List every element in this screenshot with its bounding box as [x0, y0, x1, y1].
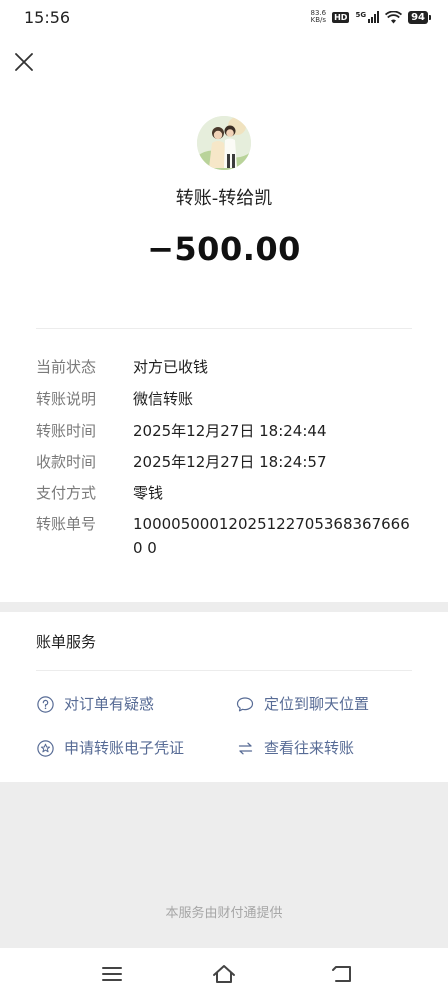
- transfer-title: 转账-转给凯: [175, 188, 273, 209]
- chat-bubble-icon: [236, 695, 254, 713]
- signal-icon: 5G: [355, 11, 380, 23]
- certificate-icon: [36, 739, 54, 757]
- menu-button[interactable]: [98, 960, 126, 988]
- detail-value: 2025年12月27日 18:24:44: [133, 422, 327, 440]
- order-question-link[interactable]: 对订单有疑惑: [36, 692, 154, 716]
- close-icon: [15, 53, 33, 71]
- provider-text: 本服务由财付通提供: [165, 906, 283, 921]
- section-separator: [0, 602, 448, 612]
- status-icons: 83.6 KB/s HD 5G 94: [310, 9, 431, 24]
- apply-certificate-label: 申请转账电子凭证: [64, 739, 185, 757]
- detail-row-status: 当前状态 对方已收钱: [36, 355, 412, 379]
- detail-row-order-number: 转账单号 100005000120251227053683676660 0: [36, 512, 412, 560]
- view-transfers-link[interactable]: 查看往来转账: [236, 736, 354, 760]
- home-button[interactable]: [210, 960, 238, 988]
- detail-value: 2025年12月27日 18:24:57: [133, 453, 327, 471]
- back-button[interactable]: [328, 960, 356, 988]
- apply-certificate-link[interactable]: 申请转账电子凭证: [36, 736, 184, 760]
- detail-value: 零钱: [133, 484, 164, 502]
- detail-label: 转账单号: [36, 515, 97, 533]
- detail-row-note: 转账说明 微信转账: [36, 387, 412, 411]
- detail-row-transfer-time: 转账时间 2025年12月27日 18:24:44: [36, 419, 412, 443]
- transfer-amount: −500.00: [147, 230, 301, 268]
- detail-label: 转账说明: [36, 390, 97, 408]
- avatar: [197, 116, 251, 170]
- detail-value: 微信转账: [133, 390, 194, 408]
- order-question-label: 对订单有疑惑: [64, 695, 155, 713]
- close-button[interactable]: [10, 48, 38, 76]
- detail-value: 对方已收钱: [133, 358, 209, 376]
- home-icon: [213, 965, 235, 983]
- menu-icon: [102, 967, 122, 981]
- network-speed: 83.6 KB/s: [310, 9, 327, 24]
- status-time: 15:56: [24, 8, 71, 27]
- detail-value[interactable]: 100005000120251227053683676660 0: [133, 512, 412, 560]
- detail-row-receive-time: 收款时间 2025年12月27日 18:24:57: [36, 450, 412, 474]
- detail-row-payment-method: 支付方式 零钱: [36, 481, 412, 505]
- view-transfers-label: 查看往来转账: [264, 739, 355, 757]
- hd-badge: HD: [332, 11, 350, 23]
- question-icon: [36, 695, 54, 713]
- locate-chat-label: 定位到聊天位置: [264, 695, 370, 713]
- status-bar: 15:56 83.6 KB/s HD 5G 94: [0, 0, 448, 36]
- back-icon: [332, 966, 351, 982]
- exchange-icon: [236, 739, 254, 757]
- detail-label: 支付方式: [36, 484, 97, 502]
- detail-label: 转账时间: [36, 422, 97, 440]
- detail-label: 收款时间: [36, 453, 97, 471]
- wifi-icon: [385, 10, 403, 23]
- divider: [36, 328, 412, 329]
- footer-area: [0, 782, 448, 948]
- divider: [36, 670, 412, 671]
- battery-indicator: 94: [408, 10, 431, 24]
- detail-label: 当前状态: [36, 358, 97, 376]
- system-nav-bar: [0, 948, 448, 1000]
- bill-services-title: 账单服务: [36, 633, 97, 651]
- locate-chat-link[interactable]: 定位到聊天位置: [236, 692, 369, 716]
